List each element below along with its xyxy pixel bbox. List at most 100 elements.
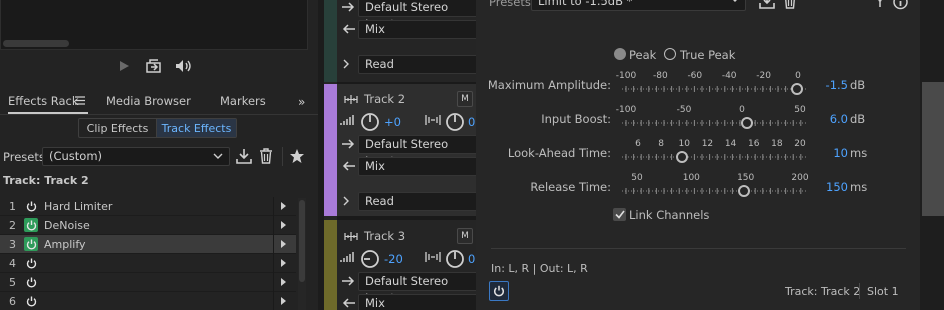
track2-volume-value[interactable]: +0 — [384, 115, 401, 129]
param-value[interactable]: 6.0 — [808, 112, 848, 126]
track-effects-button[interactable]: Track Effects — [157, 119, 236, 137]
true-peak-radio[interactable] — [664, 48, 676, 60]
track2-name[interactable]: Track 2 — [364, 92, 405, 106]
rack-scrollbar-thumb[interactable] — [299, 200, 305, 282]
rack-slot-4[interactable]: 4 — [0, 254, 296, 273]
track1-output-select[interactable]: Mix — [358, 20, 478, 39]
tick-label: 14 — [724, 139, 737, 149]
param-slider-track[interactable] — [622, 118, 806, 128]
expand-arrow-icon[interactable] — [281, 259, 286, 267]
param-slider-track[interactable] — [622, 152, 806, 162]
divider — [0, 114, 318, 115]
clip-effects-button[interactable]: Clip Effects — [79, 119, 157, 137]
param-slider-knob[interactable] — [676, 151, 688, 163]
waveform-icon — [344, 95, 358, 104]
speaker-icon[interactable] — [174, 58, 194, 74]
tick-label: 100 — [682, 173, 700, 183]
chevron-down-icon — [213, 152, 223, 160]
loop-export-icon[interactable] — [144, 58, 164, 74]
track3-pan-knob[interactable] — [445, 249, 465, 269]
save-preset-icon[interactable] — [759, 0, 775, 9]
param-slider-knob[interactable] — [741, 117, 753, 129]
power-icon[interactable] — [24, 199, 38, 213]
expand-arrow-icon[interactable] — [281, 240, 286, 248]
track3-volume-value[interactable]: -20 — [384, 252, 403, 266]
track3-name[interactable]: Track 3 — [364, 229, 405, 243]
rack-slot-1[interactable]: 1 Hard Limiter — [0, 197, 296, 216]
track3-output-select[interactable]: Mix — [358, 294, 478, 310]
peak-radio[interactable] — [614, 48, 626, 60]
play-icon[interactable] — [114, 58, 134, 74]
expand-arrow-icon[interactable] — [281, 297, 286, 305]
tick-label: -20 — [756, 71, 771, 81]
delete-preset-icon[interactable] — [259, 148, 273, 164]
track2-volume-knob[interactable] — [360, 112, 380, 132]
rack-slot-6[interactable]: 6 — [0, 292, 296, 310]
effect-power-button[interactable] — [489, 281, 509, 301]
waveform-icon — [344, 232, 358, 241]
expand-chevron-icon[interactable] — [343, 196, 350, 206]
tab-menu-icon[interactable] — [75, 96, 85, 105]
tick-label: -100 — [615, 105, 637, 115]
param-value[interactable]: -1.5 — [808, 78, 848, 92]
rack-track-label: Track: Track 2 — [3, 174, 89, 187]
param-slider-knob[interactable] — [791, 83, 803, 95]
rack-slot-2[interactable]: 2 DeNoise — [0, 216, 296, 235]
expand-arrow-icon[interactable] — [281, 202, 286, 210]
tick-label: -100 — [615, 71, 637, 81]
power-icon[interactable] — [24, 256, 38, 270]
preview-scrollbar[interactable] — [3, 40, 69, 47]
divider — [273, 292, 274, 310]
param-slider-track[interactable] — [622, 186, 806, 196]
link-channels-checkbox[interactable] — [613, 208, 626, 221]
tab-effects-rack[interactable]: Effects Rack — [8, 94, 79, 108]
volume-meter-icon — [340, 114, 356, 126]
rack-slot-5[interactable]: 5 — [0, 273, 296, 292]
track3-color-bar — [324, 220, 337, 310]
presets-dropdown[interactable]: (Custom) — [42, 147, 230, 166]
divider — [273, 216, 274, 235]
save-preset-icon[interactable] — [236, 148, 252, 164]
expand-arrow-icon[interactable] — [281, 278, 286, 286]
tab-media-browser[interactable]: Media Browser — [106, 94, 191, 108]
tick-label: 0 — [795, 71, 801, 81]
expand-arrow-icon[interactable] — [281, 221, 286, 229]
divider — [859, 283, 860, 299]
expand-chevron-icon[interactable] — [343, 59, 350, 69]
track1-input-select[interactable]: Default Stereo Input — [358, 0, 478, 31]
tick-label: -60 — [687, 71, 703, 81]
param-slider-track[interactable] — [622, 84, 806, 94]
power-icon[interactable] — [24, 237, 38, 251]
param-unit: ms — [850, 146, 868, 160]
track3-mute-button[interactable]: M — [457, 228, 473, 244]
track3-input-select[interactable]: Default Stereo Input — [358, 272, 478, 305]
dialog-scrollbar-thumb[interactable] — [922, 82, 944, 216]
tab-markers[interactable]: Markers — [220, 94, 266, 108]
track3-volume-knob[interactable] — [360, 249, 380, 269]
power-icon[interactable] — [24, 218, 38, 232]
track1-automation-select[interactable]: Read — [358, 55, 478, 74]
effect-presets-label: Presets: — [489, 0, 535, 9]
param-value[interactable]: 150 — [808, 180, 848, 194]
effect-presets-dropdown[interactable]: Limit to -1.5dB * — [531, 0, 746, 11]
power-icon[interactable] — [24, 275, 38, 289]
track2-mute-button[interactable]: M — [457, 91, 473, 107]
track3-pan-value[interactable]: 0 — [468, 252, 475, 266]
output-arrow-icon — [342, 24, 355, 34]
param-value[interactable]: 10 — [808, 146, 848, 160]
tabs-overflow-icon[interactable]: » — [298, 95, 305, 109]
delete-preset-icon[interactable] — [783, 0, 797, 9]
tick-label: -50 — [676, 105, 692, 115]
track2-automation-select[interactable]: Read — [358, 192, 478, 211]
power-icon[interactable] — [24, 294, 38, 308]
help-icon[interactable] — [893, 0, 908, 10]
param-slider-knob[interactable] — [738, 185, 750, 197]
rack-effect-name: DeNoise — [44, 219, 90, 232]
param-unit: dB — [850, 112, 866, 126]
tick-label: 10 — [678, 139, 690, 149]
routing-icon[interactable] — [873, 0, 883, 9]
favorite-star-icon[interactable] — [289, 148, 305, 164]
track1-color-bar — [324, 0, 337, 82]
rack-slot-3[interactable]: 3 Amplify — [0, 235, 296, 254]
rack-effect-name: Amplify — [44, 238, 86, 251]
